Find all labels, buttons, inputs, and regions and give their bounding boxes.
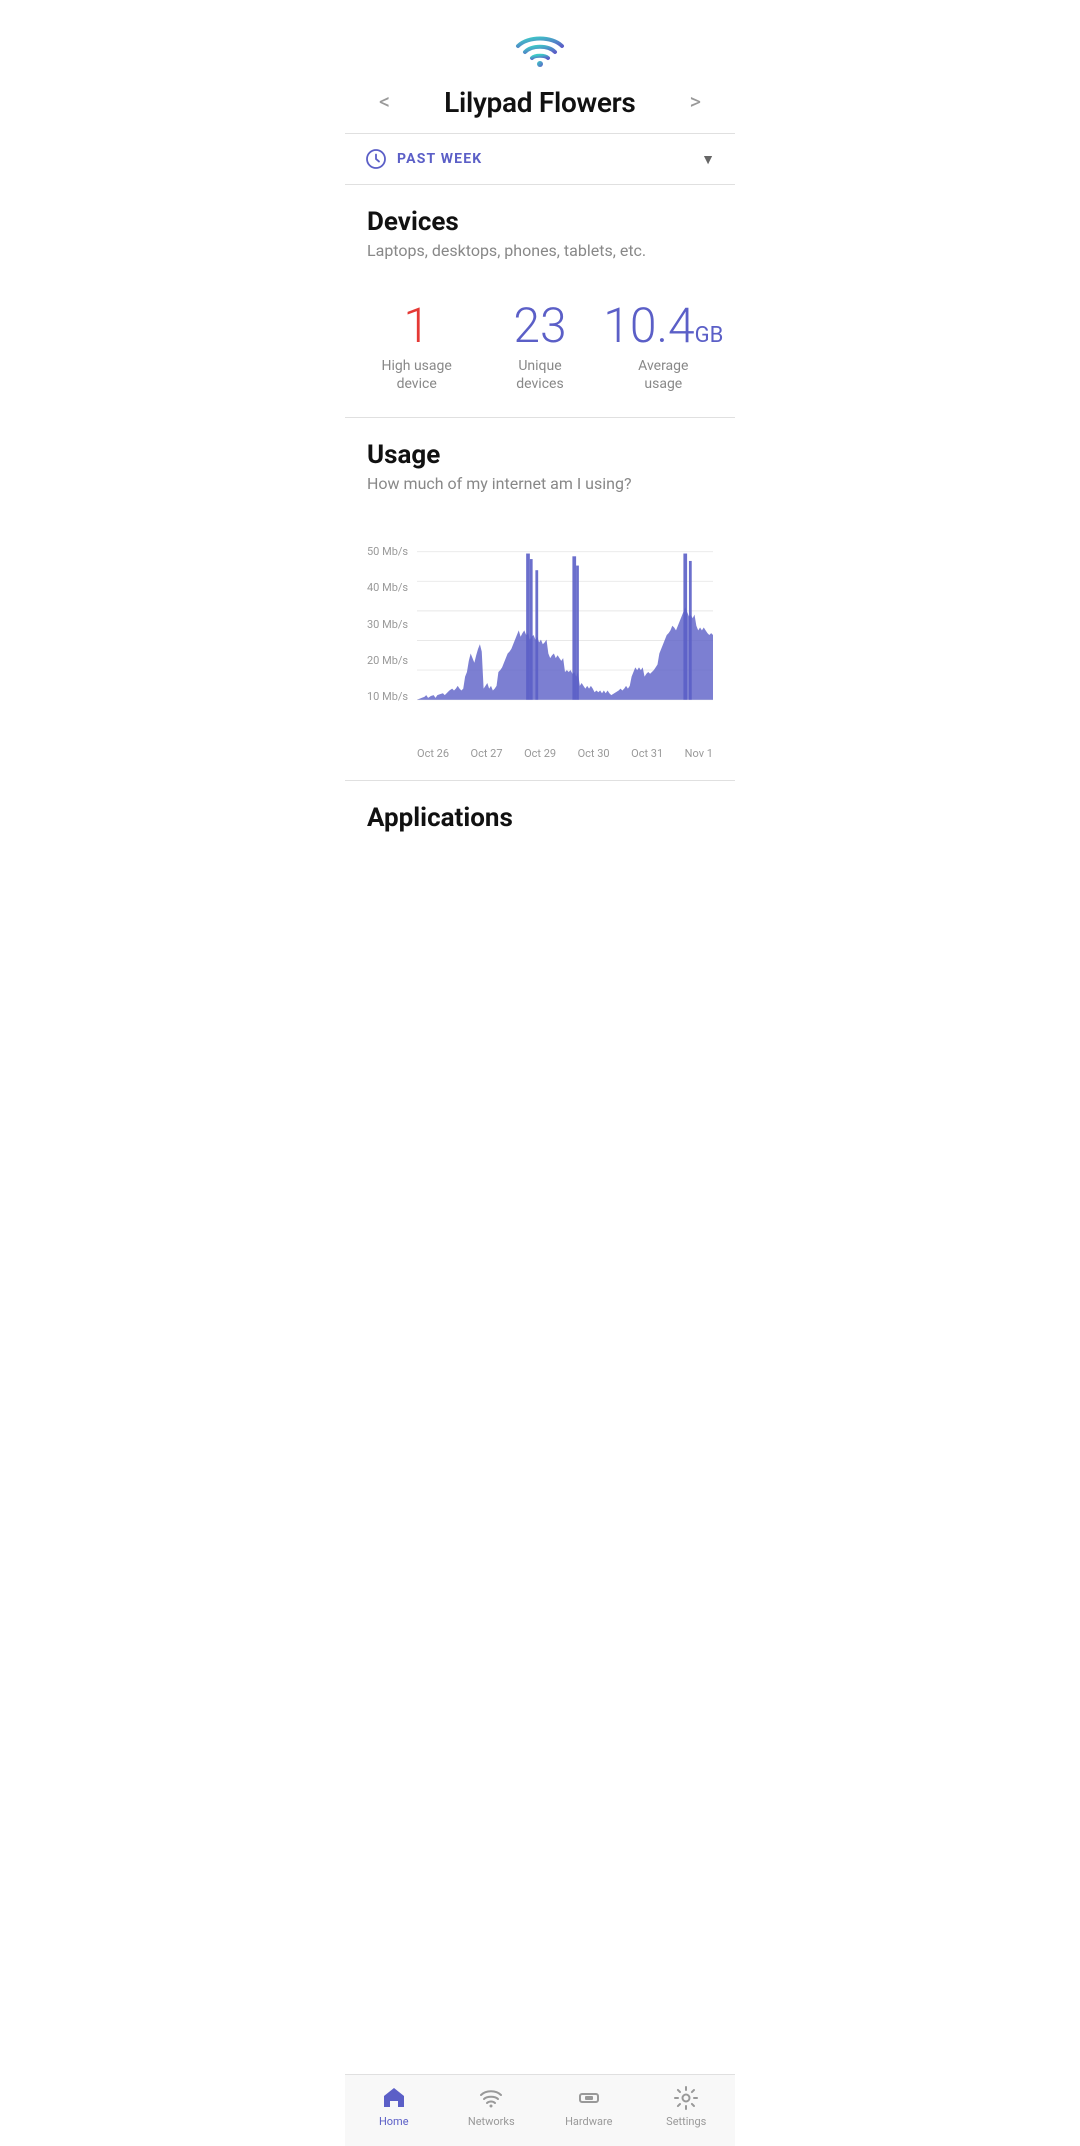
nav-hardware-label: Hardware — [565, 2115, 612, 2128]
devices-title: Devices — [367, 207, 713, 237]
usage-chart — [417, 543, 713, 713]
page-title: Lilypad Flowers — [444, 86, 635, 119]
stat-unique-devices: 23 Uniquedevices — [478, 300, 601, 393]
clock-icon — [365, 148, 387, 170]
period-left: PAST WEEK — [365, 148, 482, 170]
stat-high-usage: 1 High usagedevice — [355, 300, 478, 393]
nav-networks[interactable]: Networks — [443, 2085, 541, 2128]
devices-section: Devices Laptops, desktops, phones, table… — [345, 185, 735, 290]
stat-average-usage: 10.4GB Averageusage — [602, 300, 725, 393]
nav-hardware[interactable]: Hardware — [540, 2085, 638, 2128]
high-usage-label: High usagedevice — [355, 357, 478, 393]
x-label-nov1: Nov 1 — [685, 747, 713, 760]
x-label-oct31: Oct 31 — [631, 747, 663, 760]
nav-settings-label: Settings — [666, 2115, 706, 2128]
y-label-30: 30 Mb/s — [367, 618, 417, 631]
average-usage-label: Averageusage — [602, 357, 725, 393]
y-label-40: 40 Mb/s — [367, 581, 417, 594]
wifi-icon — [514, 28, 566, 68]
settings-icon — [673, 2085, 699, 2111]
chevron-down-icon: ▼ — [701, 151, 715, 168]
period-label: PAST WEEK — [397, 151, 482, 167]
usage-subtitle: How much of my internet am I using? — [367, 474, 713, 493]
y-label-50: 50 Mb/s — [367, 545, 417, 558]
nav-networks-label: Networks — [468, 2115, 515, 2128]
bottom-nav: Home Networks Hardware Settings — [345, 2074, 735, 2146]
y-label-10: 10 Mb/s — [367, 690, 417, 703]
x-label-oct29: Oct 29 — [524, 747, 556, 760]
hardware-icon — [576, 2085, 602, 2111]
nav-home-label: Home — [379, 2115, 409, 2128]
nav-home[interactable]: Home — [345, 2085, 443, 2128]
home-icon — [381, 2085, 407, 2111]
chart-section: 50 Mb/s 40 Mb/s 30 Mb/s 20 Mb/s 10 Mb/s — [345, 523, 735, 780]
nav-row: < Lilypad Flowers > — [345, 80, 735, 133]
period-selector[interactable]: PAST WEEK ▼ — [345, 134, 735, 184]
usage-section: Usage How much of my internet am I using… — [345, 418, 735, 523]
average-usage-value: 10.4GB — [602, 300, 725, 353]
high-usage-value: 1 — [355, 300, 478, 353]
applications-title: Applications — [367, 803, 713, 833]
x-label-oct30: Oct 30 — [578, 747, 610, 760]
x-label-oct27: Oct 27 — [471, 747, 503, 760]
x-label-oct26: Oct 26 — [417, 747, 449, 760]
wifi-header — [345, 0, 735, 80]
unique-devices-label: Uniquedevices — [478, 357, 601, 393]
applications-section: Applications — [345, 781, 735, 937]
unique-devices-value: 23 — [478, 300, 601, 353]
next-arrow[interactable]: > — [679, 86, 711, 119]
chart-container: 50 Mb/s 40 Mb/s 30 Mb/s 20 Mb/s 10 Mb/s — [367, 543, 713, 743]
stats-row: 1 High usagedevice 23 Uniquedevices 10.4… — [345, 290, 735, 417]
usage-title: Usage — [367, 440, 713, 470]
prev-arrow[interactable]: < — [369, 86, 400, 119]
devices-subtitle: Laptops, desktops, phones, tablets, etc. — [367, 241, 713, 260]
networks-icon — [478, 2085, 504, 2111]
y-label-20: 20 Mb/s — [367, 654, 417, 667]
nav-settings[interactable]: Settings — [638, 2085, 736, 2128]
